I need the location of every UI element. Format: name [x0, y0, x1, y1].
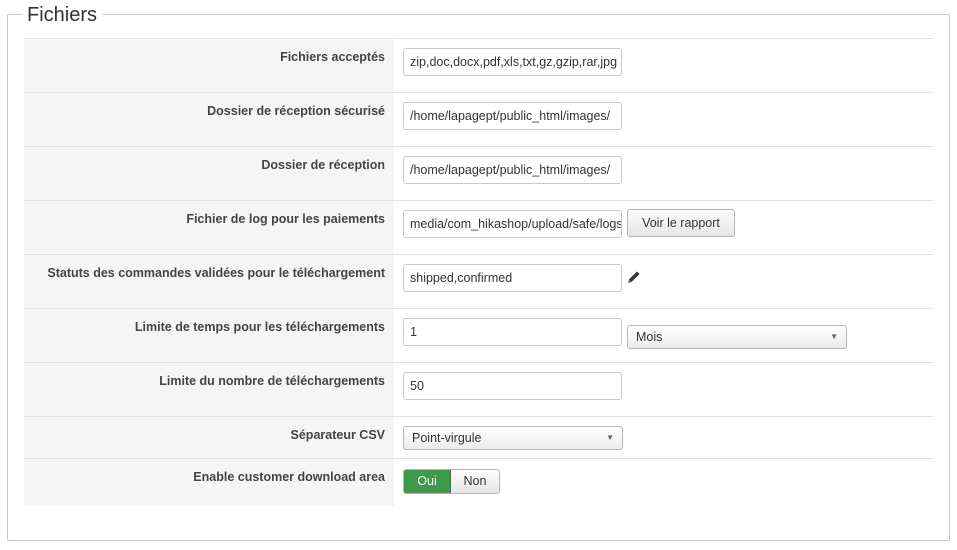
- payment-log-label: Fichier de log pour les paiements: [24, 201, 394, 254]
- row-upload-folder: Dossier de réception /home/lapagept/publ…: [24, 146, 933, 200]
- time-limit-label: Limite de temps pour les téléchargements: [24, 309, 394, 362]
- pencil-icon[interactable]: [626, 269, 642, 285]
- row-download-limit: Limite du nombre de téléchargements 50: [24, 362, 933, 416]
- row-order-statuses: Statuts des commandes validées pour le t…: [24, 254, 933, 308]
- row-time-limit: Limite de temps pour les téléchargements…: [24, 308, 933, 362]
- secure-folder-label: Dossier de réception sécurisé: [24, 93, 394, 146]
- upload-folder-input[interactable]: /home/lapagept/public_html/images/: [403, 156, 622, 184]
- secure-folder-input[interactable]: /home/lapagept/public_html/images/: [403, 102, 622, 130]
- row-csv-separator: Séparateur CSV Point-virgule ▼: [24, 416, 933, 458]
- accepted-files-input[interactable]: zip,doc,docx,pdf,xls,txt,gz,gzip,rar,jpg: [403, 48, 622, 76]
- customer-area-label: Enable customer download area: [24, 459, 394, 506]
- download-limit-label: Limite du nombre de téléchargements: [24, 363, 394, 416]
- time-unit-value: Mois: [636, 330, 663, 344]
- csv-separator-value: Point-virgule: [412, 431, 482, 445]
- row-accepted-files: Fichiers acceptés zip,doc,docx,pdf,xls,t…: [24, 38, 933, 92]
- csv-separator-label: Séparateur CSV: [24, 417, 394, 458]
- row-customer-area: Enable customer download area Oui Non: [24, 458, 933, 506]
- chevron-down-icon: ▼: [606, 433, 614, 442]
- upload-folder-label: Dossier de réception: [24, 147, 394, 200]
- order-statuses-input[interactable]: shipped,confirmed: [403, 264, 622, 292]
- accepted-files-label: Fichiers acceptés: [24, 39, 394, 92]
- csv-separator-select[interactable]: Point-virgule ▼: [403, 426, 623, 450]
- view-report-button[interactable]: Voir le rapport: [627, 209, 735, 237]
- payment-log-input[interactable]: media/com_hikashop/upload/safe/logs/: [403, 210, 622, 238]
- chevron-down-icon: ▼: [830, 332, 838, 341]
- settings-table: Fichiers acceptés zip,doc,docx,pdf,xls,t…: [24, 38, 933, 506]
- yes-option[interactable]: Oui: [404, 470, 451, 493]
- no-option[interactable]: Non: [451, 470, 499, 493]
- download-limit-input[interactable]: 50: [403, 372, 622, 400]
- time-unit-select[interactable]: Mois ▼: [627, 325, 847, 349]
- row-payment-log: Fichier de log pour les paiements media/…: [24, 200, 933, 254]
- section-title: Fichiers: [22, 2, 103, 28]
- customer-area-toggle: Oui Non: [403, 469, 500, 494]
- time-limit-input[interactable]: 1: [403, 318, 622, 346]
- row-secure-folder: Dossier de réception sécurisé /home/lapa…: [24, 92, 933, 146]
- order-statuses-label: Statuts des commandes validées pour le t…: [24, 255, 394, 308]
